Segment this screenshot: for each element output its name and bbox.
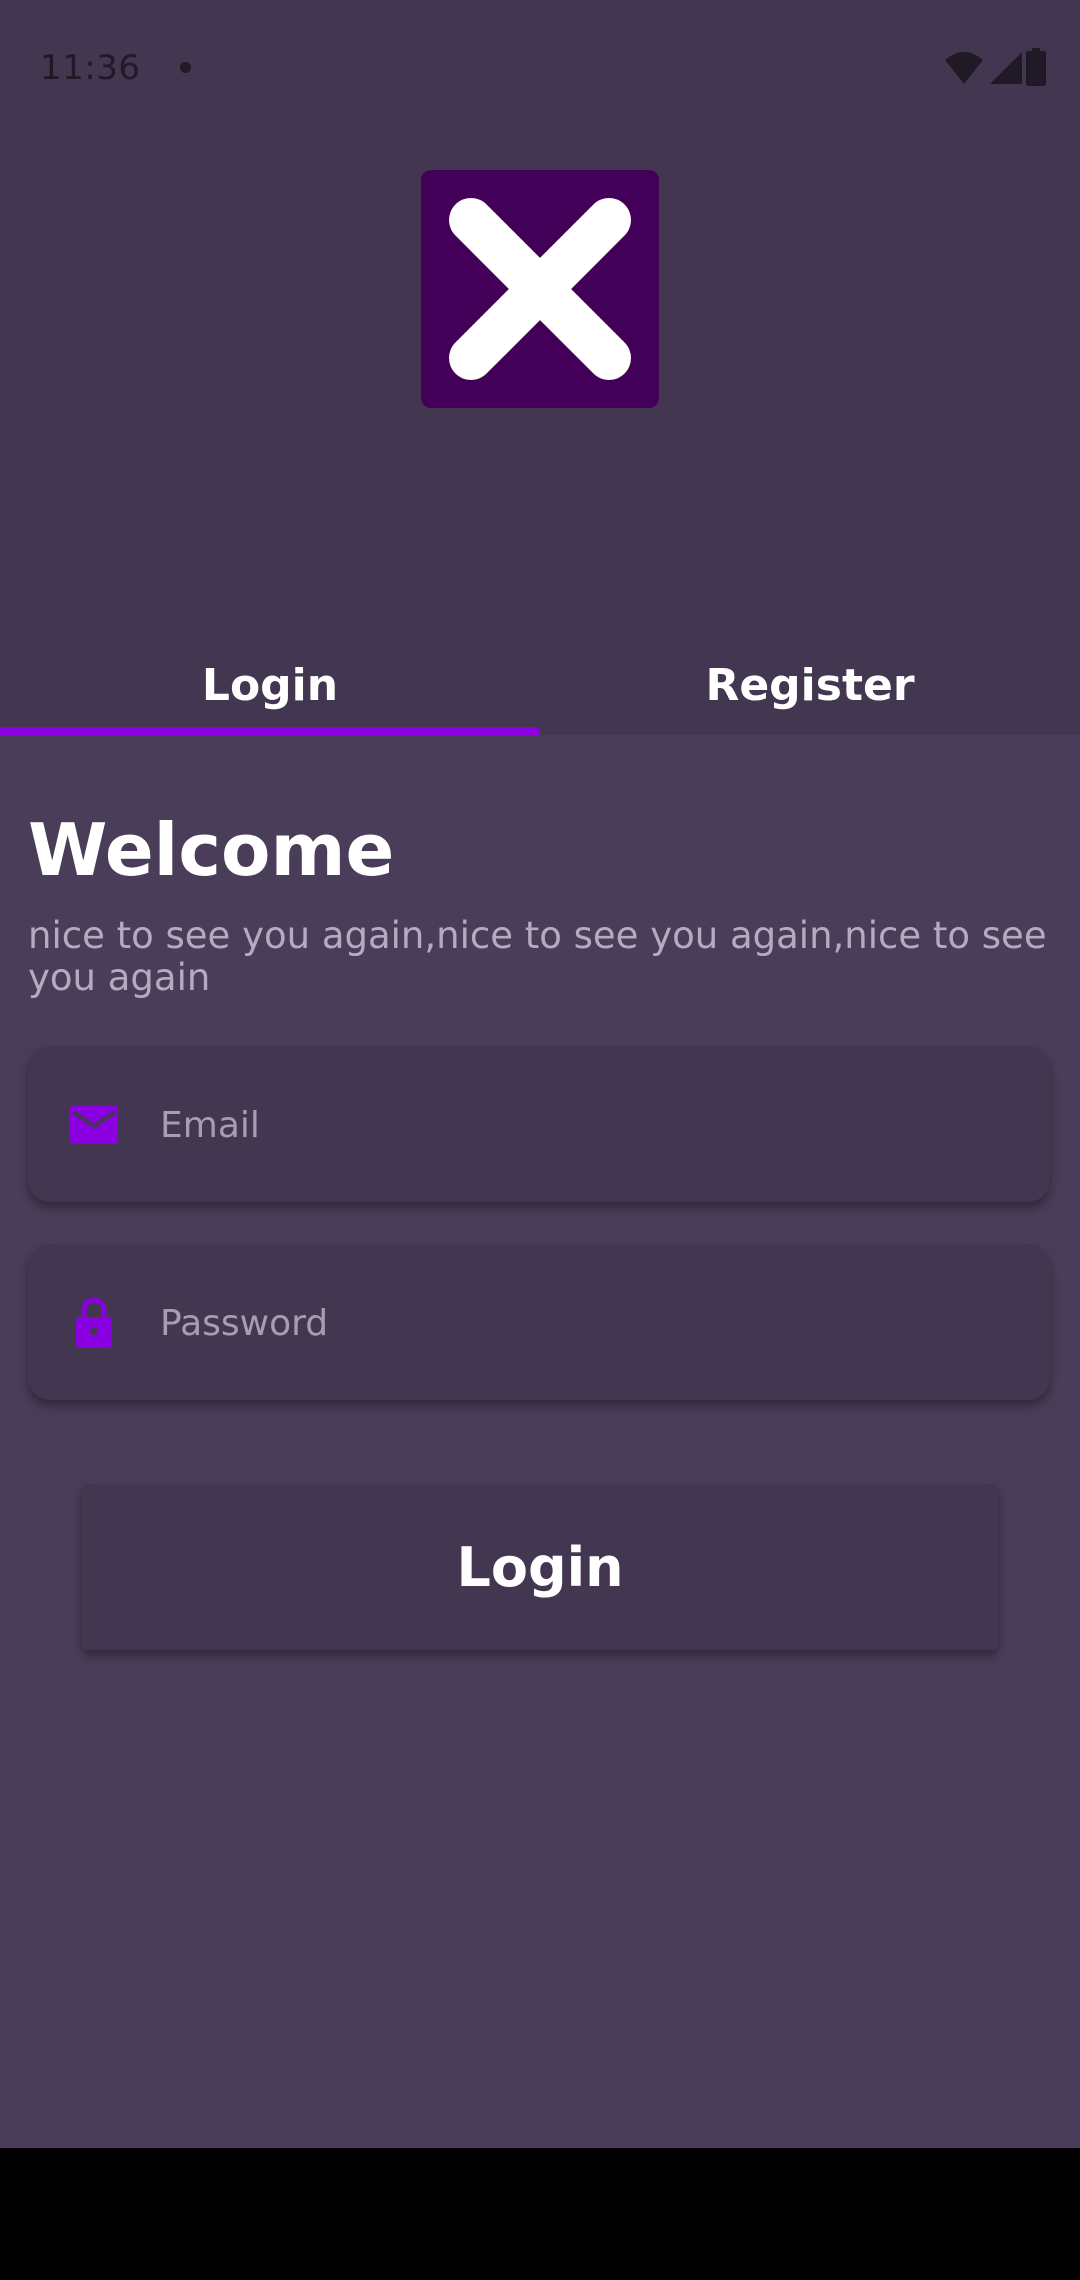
navigation-bar (0, 2148, 1080, 2280)
close-x-logo-icon (449, 198, 631, 380)
active-tab-indicator (0, 727, 540, 735)
tab-login[interactable]: Login (0, 640, 540, 735)
mail-icon (70, 1106, 118, 1144)
welcome-subtitle: nice to see you again,nice to see you ag… (28, 914, 1047, 999)
lock-icon (76, 1297, 112, 1348)
email-input[interactable] (158, 1086, 1022, 1164)
password-field (28, 1244, 1050, 1400)
tab-login-label: Login (201, 660, 339, 711)
tab-register[interactable]: Register (540, 640, 1080, 735)
notification-dot-icon (180, 62, 191, 73)
status-time: 11:36 (40, 48, 141, 88)
login-screen: 11:36 Login Register Welcome nice to see… (0, 0, 1080, 2148)
welcome-title: Welcome (28, 808, 395, 892)
status-icons (944, 48, 1046, 88)
login-button[interactable]: Login (82, 1484, 998, 1650)
header: 11:36 Login Register (0, 0, 1080, 735)
tab-register-label: Register (705, 660, 915, 711)
app-logo (421, 170, 659, 408)
cell-signal-icon (990, 52, 1022, 84)
battery-icon (1026, 48, 1046, 86)
tab-bar: Login Register (0, 640, 1080, 735)
email-field (28, 1046, 1050, 1202)
password-input[interactable] (158, 1284, 1022, 1362)
wifi-icon (945, 52, 983, 84)
